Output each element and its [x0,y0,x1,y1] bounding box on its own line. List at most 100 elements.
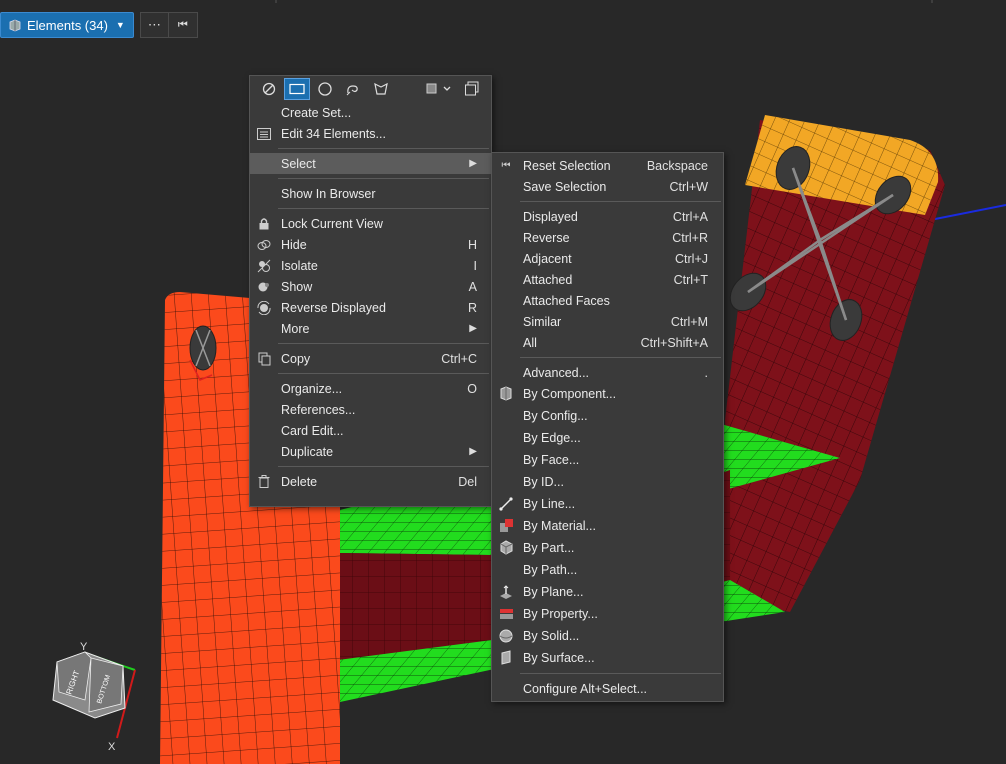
menu-separator [520,357,721,358]
menu-item-reverse-displayed[interactable]: Reverse Displayed R [250,297,491,318]
menu-separator [520,673,721,674]
menu-separator [278,373,489,374]
trash-icon [256,474,272,489]
submenu-item-by-property[interactable]: By Property... [492,603,723,625]
submenu-item-by-line[interactable]: By Line... [492,493,723,515]
submenu-item-attached-faces[interactable]: Attached Faces [492,290,723,311]
rectangle-icon [289,83,305,95]
submenu-item-by-solid[interactable]: By Solid... [492,625,723,647]
more-icon: ⋯ [147,17,161,32]
submenu-item-by-part[interactable]: By Part... [492,537,723,559]
menu-item-hide[interactable]: Hide H [250,234,491,255]
solid-square-icon [426,83,451,94]
selection-toolbar: Elements (34) ▼ ⋯ ⏮ [0,12,198,38]
menu-separator [278,208,489,209]
edit-list-icon [256,126,272,141]
menu-item-more[interactable]: More ▶ [250,318,491,339]
rectangle-select-button[interactable] [284,78,310,100]
submenu-item-by-component[interactable]: By Component... [492,383,723,405]
submenu-item-by-path[interactable]: By Path... [492,559,723,581]
property-icon [498,606,514,621]
selection-type-dropdown[interactable] [423,78,457,100]
solid-icon [498,628,514,643]
line-icon [498,496,514,511]
lock-icon [256,216,272,231]
windows-icon [465,81,479,96]
menu-item-duplicate[interactable]: Duplicate ▶ [250,441,491,462]
selection-filter-button[interactable]: Elements (34) ▼ [0,12,134,38]
menu-separator [520,201,721,202]
surface-icon [498,650,514,665]
menu-item-card-edit[interactable]: Card Edit... [250,420,491,441]
toolbar-button-group: ⋯ ⏮ [139,12,198,38]
submenu-item-by-face[interactable]: By Face... [492,449,723,471]
view-navigation-cube[interactable]: Y X RIGHT BOTTOM [45,640,145,758]
submenu-item-save-selection[interactable]: Save Selection Ctrl+W [492,176,723,197]
circle-select-button[interactable] [312,78,338,100]
submenu-arrow-icon: ▶ [469,446,477,457]
copy-window-button[interactable] [459,78,485,100]
menu-item-edit-elements[interactable]: Edit 34 Elements... [250,123,491,144]
submenu-item-advanced[interactable]: Advanced.... [492,362,723,383]
submenu-arrow-icon: ▶ [469,158,477,169]
submenu-item-by-material[interactable]: By Material... [492,515,723,537]
submenu-item-by-id[interactable]: By ID... [492,471,723,493]
no-select-button[interactable] [256,78,282,100]
reset-icon: ⏮ [177,18,188,31]
reverse-displayed-icon [256,300,272,315]
submenu-item-displayed[interactable]: Displayed Ctrl+A [492,206,723,227]
chevron-down-icon: ▼ [115,20,125,30]
menu-item-lock-view[interactable]: Lock Current View [250,213,491,234]
selection-mode-row [250,76,491,102]
selection-filter-label: Elements (34) [27,17,108,33]
submenu-item-reset-selection[interactable]: ⏮ Reset Selection Backspace [492,155,723,176]
menu-item-create-set[interactable]: Create Set... [250,102,491,123]
mesh-part-right [725,115,945,612]
submenu-arrow-icon: ▶ [469,323,477,334]
menu-item-select[interactable]: Select ▶ [250,153,491,174]
menu-separator [278,466,489,467]
submenu-item-by-plane[interactable]: By Plane... [492,581,723,603]
menu-separator [278,178,489,179]
menu-item-references[interactable]: References... [250,399,491,420]
menu-item-isolate[interactable]: Isolate I [250,255,491,276]
menu-item-show-in-browser[interactable]: Show In Browser [250,183,491,204]
reset-selection-icon: ⏮ [501,160,511,171]
freehand-select-button[interactable] [340,78,366,100]
polygon-select-button[interactable] [368,78,394,100]
menu-separator [278,148,489,149]
menu-item-show[interactable]: Show A [250,276,491,297]
polygon-icon [374,82,388,95]
freehand-icon [346,85,358,96]
element-cube-icon [9,19,21,31]
menu-item-organize[interactable]: Organize... O [250,378,491,399]
axis-x-label: X [108,741,116,753]
reset-selection-button[interactable]: ⏮ [168,13,197,37]
more-options-button[interactable]: ⋯ [140,13,169,37]
context-menu: Create Set... Edit 34 Elements... Select… [249,75,492,507]
circle-icon [318,82,332,96]
submenu-item-attached[interactable]: Attached Ctrl+T [492,269,723,290]
select-submenu: ⏮ Reset Selection Backspace Save Selectio… [491,152,724,702]
component-icon [498,386,514,401]
copy-icon [256,351,272,366]
submenu-item-all[interactable]: All Ctrl+Shift+A [492,332,723,353]
material-icon [498,518,514,533]
isolate-icon [256,258,272,273]
menu-separator [278,343,489,344]
part-icon [498,540,514,555]
submenu-item-reverse[interactable]: Reverse Ctrl+R [492,227,723,248]
submenu-item-by-config[interactable]: By Config... [492,405,723,427]
hide-icon [256,237,272,252]
menu-item-copy[interactable]: Copy Ctrl+C [250,348,491,369]
submenu-item-configure-alt-select[interactable]: Configure Alt+Select... [492,678,723,699]
plane-icon [498,584,514,599]
submenu-item-similar[interactable]: Similar Ctrl+M [492,311,723,332]
axis-y-label: Y [80,641,88,653]
show-icon [256,279,272,294]
submenu-item-by-surface[interactable]: By Surface... [492,647,723,669]
submenu-item-by-edge[interactable]: By Edge... [492,427,723,449]
menu-item-delete[interactable]: Delete Del [250,471,491,492]
no-select-icon [262,82,276,96]
submenu-item-adjacent[interactable]: Adjacent Ctrl+J [492,248,723,269]
